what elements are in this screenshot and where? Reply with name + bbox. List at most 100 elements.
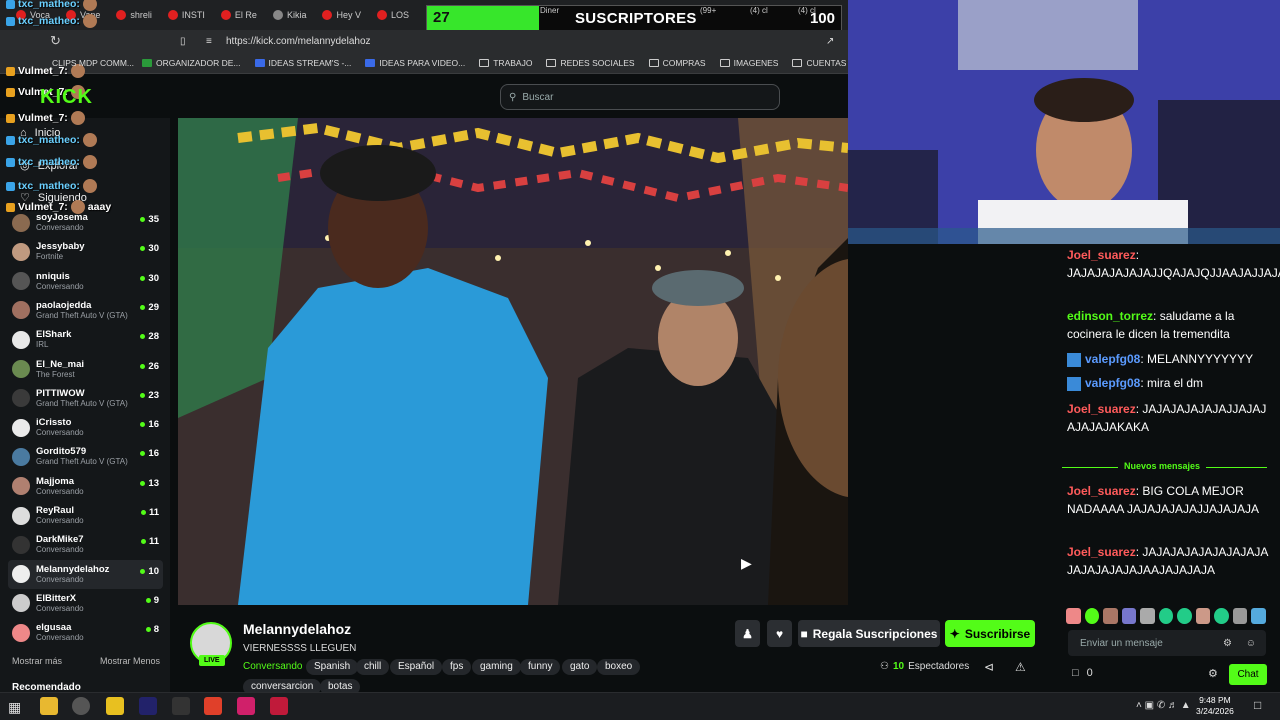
clock[interactable]: 9:48 PM 3/24/2026 xyxy=(1196,695,1234,717)
bookmark-item[interactable]: IDEAS STREAM'S -... xyxy=(254,58,351,68)
url-field[interactable]: https://kick.com/melannydelahoz xyxy=(226,36,371,47)
bookmark-folder[interactable]: REDES SOCIALES xyxy=(546,58,635,68)
sidebar-channel[interactable]: paolaojedda Grand Theft Auto V (GTA) 29 xyxy=(8,296,163,325)
chat-send-button[interactable]: Chat xyxy=(1229,664,1267,685)
overlay-chat-line: txc_matheo: xyxy=(6,179,100,193)
emoji-icon[interactable]: ☺ xyxy=(1246,638,1256,649)
search-input[interactable]: ⚲ Buscar xyxy=(500,84,780,110)
sidebar-channel[interactable]: Melannydelahoz Conversando 10 xyxy=(8,559,163,589)
sidebar-channel[interactable]: El_Ne_mai The Forest 26 xyxy=(8,355,163,384)
tag[interactable]: Spanish xyxy=(306,659,359,675)
sidebar-channel[interactable]: nniquis Conversando 30 xyxy=(8,267,163,296)
capcut-icon[interactable] xyxy=(172,697,190,715)
channel-name: nniquis xyxy=(36,270,70,282)
emote-icon[interactable] xyxy=(1195,608,1211,624)
browser-tab[interactable]: (99+ xyxy=(700,6,716,15)
notifications-button[interactable]: ♟ xyxy=(735,620,760,647)
tag[interactable]: gaming xyxy=(472,659,521,675)
sidebar-channel[interactable]: PITTIWOW Grand Theft Auto V (GTA) 23 xyxy=(8,384,163,413)
browser-tab[interactable]: (4) cl xyxy=(798,6,816,15)
tag[interactable]: fps xyxy=(442,659,472,675)
emote-icon[interactable] xyxy=(1121,608,1137,624)
bookmark-icon[interactable]: ▯ xyxy=(180,36,186,47)
browser-tab[interactable]: Kikia xyxy=(267,4,313,26)
notification-icon[interactable]: □ xyxy=(1254,698,1261,712)
bookmark-item[interactable]: CLIPS MDP COMM... xyxy=(52,58,134,68)
kick-logo[interactable]: KICK xyxy=(40,86,93,109)
report-icon[interactable]: ⚠ xyxy=(1015,660,1026,674)
windows-start-icon[interactable]: ▦ xyxy=(8,699,21,716)
bookmark-folder[interactable]: CUENTAS xyxy=(792,58,846,68)
chat-input[interactable]: Enviar un mensaje ⚙ ☺ xyxy=(1068,630,1266,656)
emote-icon[interactable] xyxy=(1177,608,1192,624)
sidebar-channel[interactable]: elgusaa Conversando 8 xyxy=(8,618,163,647)
channel-name: DarkMike7 xyxy=(36,534,84,546)
channel-info: ElBitterX Conversando xyxy=(36,593,84,614)
translate-icon[interactable]: ⚙ xyxy=(1223,638,1232,649)
channel-avatar xyxy=(12,242,30,261)
bookmark-folder[interactable]: COMPRAS xyxy=(648,58,706,68)
channel-category: Conversando xyxy=(36,281,84,291)
sidebar-channel[interactable]: ElShark IRL 28 xyxy=(8,325,163,354)
sidebar-channel[interactable]: Jessybaby Fortnite 30 xyxy=(8,237,163,266)
emote-icon[interactable] xyxy=(1158,608,1174,624)
sub-badge-icon xyxy=(1067,376,1081,391)
emote-icon[interactable] xyxy=(1232,608,1248,624)
app-icon[interactable] xyxy=(270,697,288,715)
tag[interactable]: gato xyxy=(562,659,598,675)
browser-tab[interactable]: LOS xyxy=(371,4,415,26)
browser-tab[interactable]: El Re xyxy=(215,4,263,26)
emote-icon[interactable] xyxy=(1066,608,1081,624)
emote-icon[interactable] xyxy=(1214,608,1229,624)
emote-icon[interactable] xyxy=(1251,608,1267,624)
sidebar-channel[interactable]: ReyRaul Conversando 11 xyxy=(8,501,163,530)
share-icon[interactable]: ⊲ xyxy=(984,660,994,674)
chrome-icon[interactable] xyxy=(72,697,90,715)
bookmark-item[interactable]: ORGANIZADOR DE... xyxy=(142,58,241,68)
system-tray-icons[interactable]: ˄ ▣ ✆ ♬ ▲ xyxy=(1136,700,1191,711)
browser-tab[interactable]: INSTI xyxy=(162,4,211,26)
sidebar-channel[interactable]: iCrissto Conversando 16 xyxy=(8,413,163,442)
tag[interactable]: chill xyxy=(356,659,390,675)
channel-name: iCrissto xyxy=(36,417,72,429)
sidebar-channel[interactable]: DarkMike7 Conversando 11 xyxy=(8,530,163,559)
show-less-button[interactable]: Mostrar Menos xyxy=(100,656,160,666)
show-more-button[interactable]: Mostrar más xyxy=(12,656,62,666)
gift-subs-button[interactable]: ■ Regala Suscripciones xyxy=(798,620,940,647)
browser-tab[interactable]: Hey V xyxy=(316,4,367,26)
doc-icon xyxy=(254,58,265,67)
share-icon[interactable]: ↗ xyxy=(826,36,834,47)
tag[interactable]: Español xyxy=(390,659,443,675)
file-explorer-icon[interactable] xyxy=(40,697,58,715)
tag[interactable]: boxeo xyxy=(597,659,641,675)
chat-settings-icon[interactable]: ⚙ xyxy=(1208,667,1218,680)
stream-category[interactable]: Conversando xyxy=(243,661,302,672)
subscribe-button[interactable]: ✦ Suscribirse xyxy=(945,620,1035,647)
tiktok-icon[interactable] xyxy=(237,697,255,715)
sidebar-channel[interactable]: Gordito579 Grand Theft Auto V (GTA) 16 xyxy=(8,442,163,471)
emote-icon[interactable] xyxy=(1103,608,1118,624)
bookmark-item[interactable]: IDEAS PARA VIDEO... xyxy=(365,58,465,68)
bookmark-folder[interactable]: TRABAJO xyxy=(479,58,532,68)
overlay-chat-user: txc_matheo: xyxy=(18,15,80,27)
premiere-icon[interactable] xyxy=(139,697,157,715)
channel-avatar xyxy=(12,477,30,496)
app-icon[interactable] xyxy=(106,697,124,715)
overlay-chat-user: txc_matheo: xyxy=(18,180,80,192)
brave-icon[interactable] xyxy=(204,697,222,715)
channel-category: Conversando xyxy=(36,574,84,584)
site-info-icon[interactable]: ≡ xyxy=(206,36,212,47)
browser-tab[interactable]: (4) cl xyxy=(750,6,768,15)
emote-icon[interactable] xyxy=(1084,608,1100,624)
bookmark-folder[interactable]: IMAGENES xyxy=(719,58,778,68)
sidebar-channel[interactable]: ElBitterX Conversando 9 xyxy=(8,589,163,618)
browser-tab[interactable]: Diner xyxy=(540,6,559,15)
tag[interactable]: funny xyxy=(520,659,561,675)
sidebar-channel[interactable]: Majjoma Conversando 13 xyxy=(8,472,163,501)
channel-name[interactable]: Melannydelahoz xyxy=(243,621,351,637)
follow-button[interactable]: ♥ xyxy=(767,620,792,647)
video-player[interactable] xyxy=(178,118,848,605)
badge-icon xyxy=(6,87,15,97)
chat-points[interactable]: □ 0 xyxy=(1072,667,1093,679)
emote-icon[interactable] xyxy=(1140,608,1155,624)
